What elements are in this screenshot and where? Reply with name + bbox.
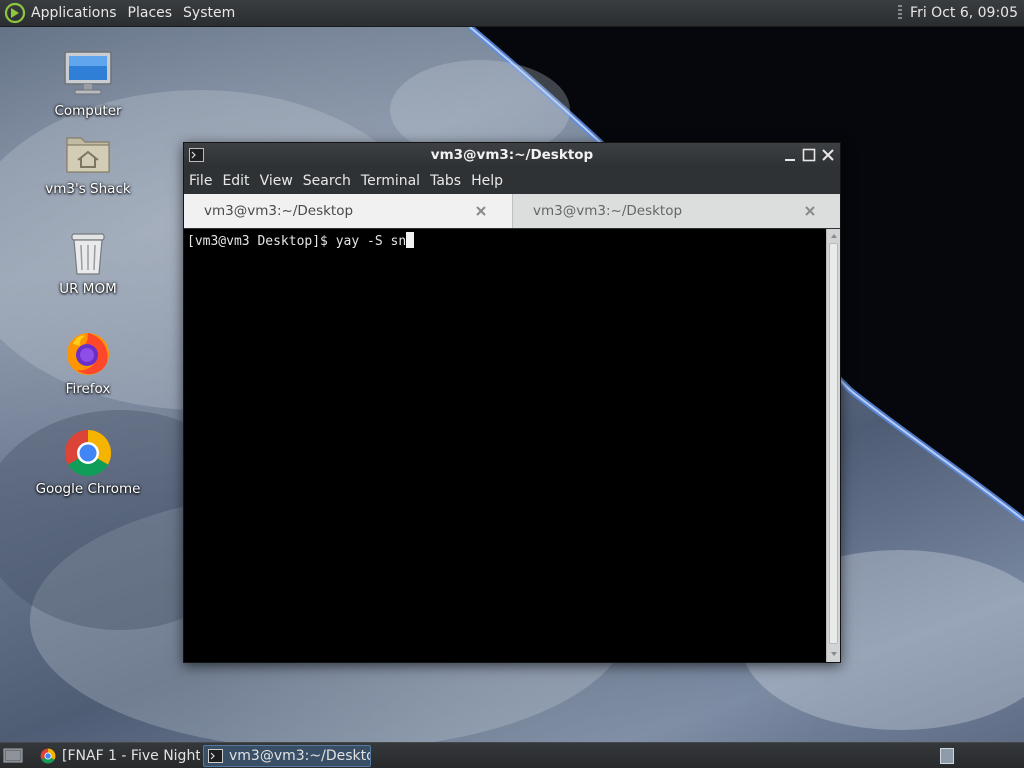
scrollbar-thumb[interactable] bbox=[829, 243, 838, 644]
terminal-scrollbar[interactable] bbox=[826, 229, 840, 662]
menu-view[interactable]: View bbox=[260, 173, 293, 189]
clock[interactable]: Fri Oct 6, 09:05 bbox=[910, 5, 1018, 21]
desktop-icon-trash[interactable]: UR MOM bbox=[28, 230, 148, 297]
bottom-panel: [FNAF 1 - Five Night... vm3@vm3:~/Deskto… bbox=[0, 742, 1024, 768]
terminal-tabbar: vm3@vm3:~/Desktop vm3@vm3:~/Desktop bbox=[184, 194, 840, 228]
places-menu[interactable]: Places bbox=[128, 5, 173, 21]
tab-2[interactable]: vm3@vm3:~/Desktop bbox=[512, 194, 840, 228]
distro-logo-icon[interactable] bbox=[4, 2, 26, 24]
terminal-icon bbox=[208, 749, 223, 763]
terminal-output[interactable]: [vm3@vm3 Desktop]$ yay -S sn bbox=[184, 229, 826, 662]
menu-edit[interactable]: Edit bbox=[222, 173, 249, 189]
desktop-icon-label: Computer bbox=[54, 103, 122, 119]
desktop-icon-label: vm3's Shack bbox=[45, 181, 131, 197]
desktop-icon-home-folder[interactable]: vm3's Shack bbox=[28, 130, 148, 197]
chrome-icon bbox=[40, 748, 56, 764]
close-icon[interactable] bbox=[820, 147, 836, 163]
desktop-icon-label: UR MOM bbox=[59, 281, 117, 297]
task-label: vm3@vm3:~/Desktop bbox=[229, 748, 371, 764]
maximize-icon[interactable] bbox=[801, 147, 817, 163]
task-label: [FNAF 1 - Five Night... bbox=[62, 748, 200, 764]
trash-icon bbox=[71, 233, 105, 275]
workspace-switcher-icon[interactable] bbox=[940, 748, 954, 764]
menu-terminal[interactable]: Terminal bbox=[361, 173, 420, 189]
minimize-icon[interactable] bbox=[782, 147, 798, 163]
desktop-icon-chrome[interactable]: Google Chrome bbox=[28, 428, 148, 497]
desktop-icon-label: Google Chrome bbox=[35, 481, 141, 497]
terminal-menubar: File Edit View Search Terminal Tabs Help bbox=[184, 168, 840, 193]
tab-1[interactable]: vm3@vm3:~/Desktop bbox=[184, 194, 512, 228]
tab-label: vm3@vm3:~/Desktop bbox=[204, 203, 354, 219]
chrome-icon bbox=[64, 429, 112, 477]
firefox-icon bbox=[67, 333, 109, 375]
menu-file[interactable]: File bbox=[189, 173, 212, 189]
menu-help[interactable]: Help bbox=[471, 173, 503, 189]
home-folder-icon bbox=[66, 137, 110, 173]
tab-close-icon[interactable] bbox=[475, 205, 487, 217]
scroll-down-icon[interactable] bbox=[830, 650, 838, 658]
menu-tabs[interactable]: Tabs bbox=[430, 173, 461, 189]
computer-icon bbox=[64, 51, 112, 95]
desktop-icon-firefox[interactable]: Firefox bbox=[28, 328, 148, 397]
shell-prompt: [vm3@vm3 Desktop]$ bbox=[187, 234, 336, 249]
window-titlebar[interactable]: vm3@vm3:~/Desktop bbox=[184, 143, 840, 168]
desktop-icon-label: Firefox bbox=[65, 381, 111, 397]
menu-search[interactable]: Search bbox=[303, 173, 351, 189]
system-menu[interactable]: System bbox=[183, 5, 235, 21]
panel-handle bbox=[898, 5, 903, 21]
scroll-up-icon[interactable] bbox=[830, 232, 838, 240]
command-input[interactable]: yay -S sn bbox=[336, 234, 406, 249]
desktop-icon-computer[interactable]: Computer bbox=[28, 48, 148, 119]
terminal-window[interactable]: vm3@vm3:~/Desktop File Edit View Search … bbox=[183, 142, 841, 663]
tab-label: vm3@vm3:~/Desktop bbox=[533, 203, 683, 219]
text-cursor bbox=[406, 232, 415, 248]
tab-close-icon[interactable] bbox=[804, 205, 816, 217]
show-desktop-icon[interactable] bbox=[3, 747, 23, 765]
window-title: vm3@vm3:~/Desktop bbox=[430, 147, 594, 163]
applications-menu[interactable]: Applications bbox=[31, 5, 117, 21]
top-panel: Applications Places System Fri Oct 6, 09… bbox=[0, 0, 1024, 27]
task-terminal[interactable]: vm3@vm3:~/Desktop bbox=[203, 745, 371, 767]
task-chrome[interactable]: [FNAF 1 - Five Night... bbox=[36, 745, 200, 767]
